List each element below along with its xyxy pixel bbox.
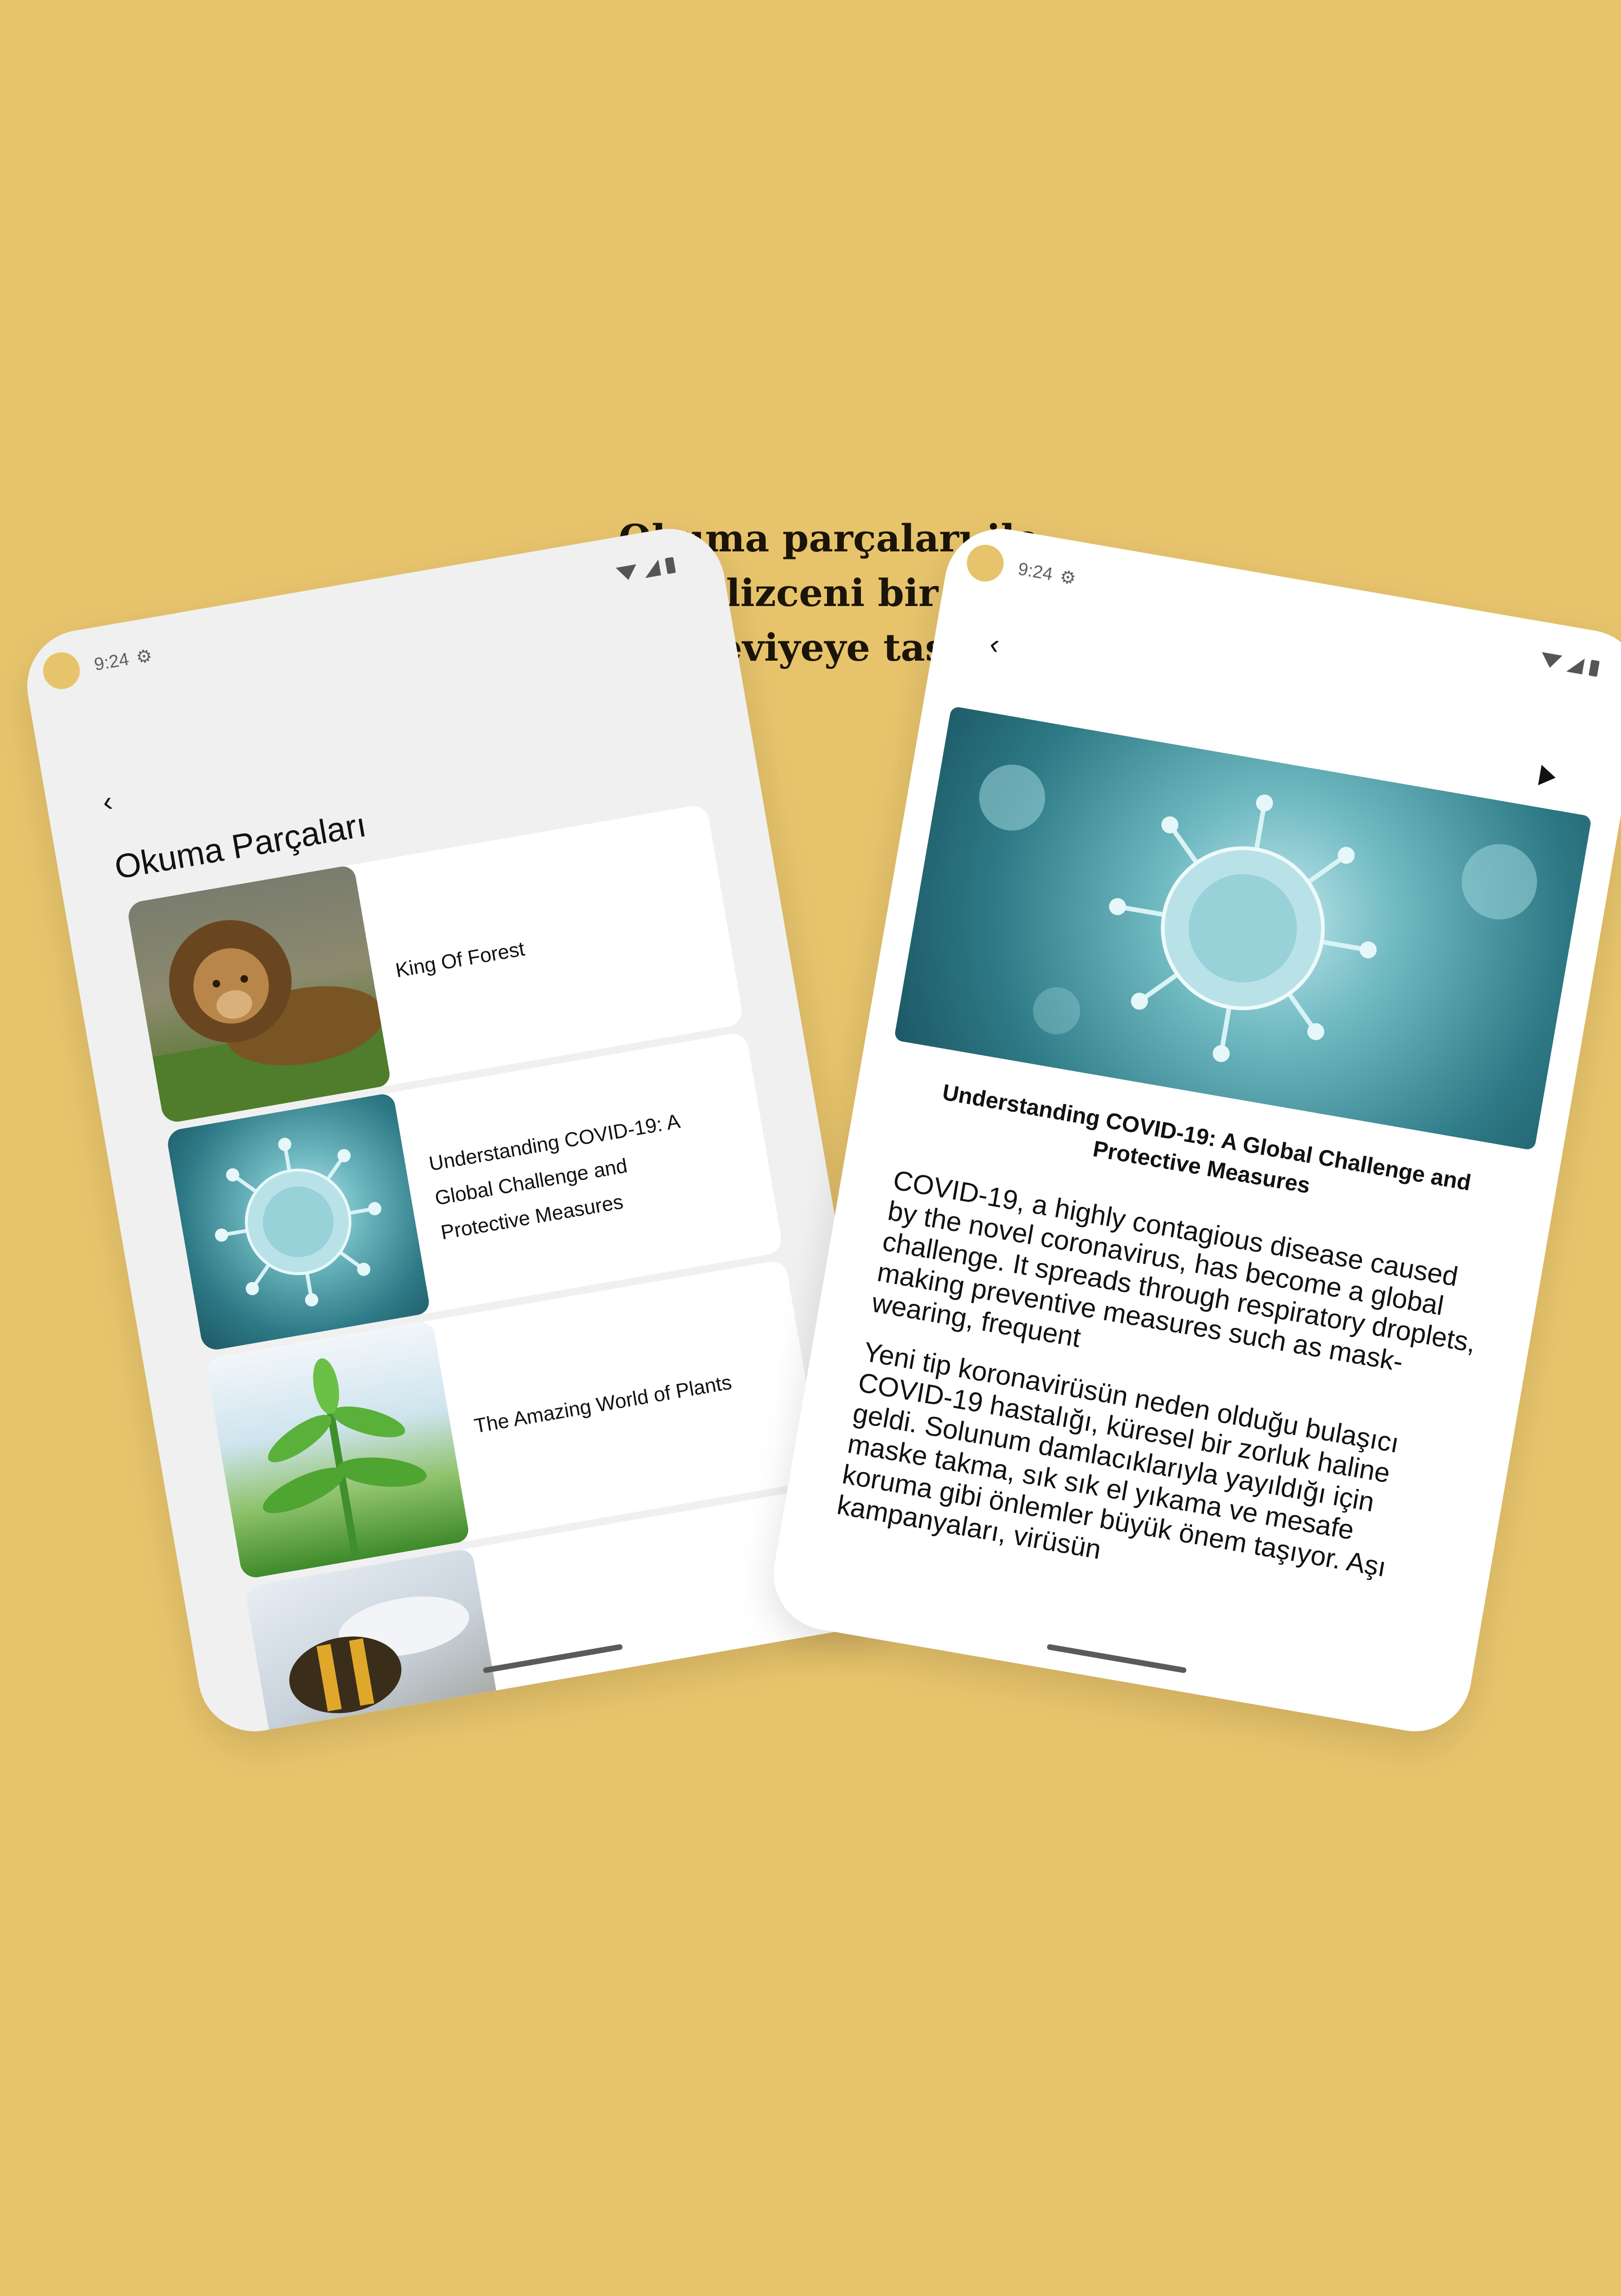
status-time: 9:24	[1016, 558, 1054, 584]
settings-icon: ⚙	[1058, 566, 1078, 589]
bee-image	[244, 1548, 510, 1740]
home-indicator[interactable]	[1046, 1643, 1187, 1673]
virus-image	[165, 1092, 431, 1352]
settings-icon: ⚙	[134, 645, 154, 668]
wifi-icon	[616, 564, 639, 582]
play-icon[interactable]	[1538, 765, 1557, 788]
article-body: COVID-19, a highly contagious disease ca…	[832, 1164, 1491, 1641]
item-title: King Of Forest	[394, 937, 527, 982]
status-time: 9:24	[92, 649, 130, 675]
lion-image	[126, 864, 392, 1124]
item-title: Understanding COVID-19: A Global Challen…	[427, 1110, 681, 1244]
battery-icon	[665, 557, 676, 574]
phone-reading-list: 9:24 ⚙ ‹ Okuma Parçaları King Of Forest …	[18, 520, 905, 1740]
camera-cutout	[964, 542, 1007, 584]
back-button[interactable]: ‹	[100, 785, 115, 818]
signal-icon	[642, 559, 661, 578]
reading-list: King Of Forest Understanding COVID-19: A…	[126, 803, 864, 1740]
plant-image	[204, 1320, 470, 1580]
item-title: The Amazing World of Plants	[472, 1371, 734, 1438]
status-bar: 9:24 ⚙	[92, 549, 678, 681]
wifi-icon	[1540, 652, 1563, 670]
virus-hero-image	[893, 706, 1592, 1151]
battery-icon	[1589, 659, 1600, 677]
status-bar: 9:24 ⚙	[1015, 553, 1601, 686]
back-button[interactable]: ‹	[988, 628, 1002, 660]
signal-icon	[1566, 655, 1585, 675]
camera-cutout	[40, 649, 83, 692]
phone-article: 9:24 ⚙ ‹ Understanding COVID-19: A Globa…	[765, 520, 1621, 1740]
